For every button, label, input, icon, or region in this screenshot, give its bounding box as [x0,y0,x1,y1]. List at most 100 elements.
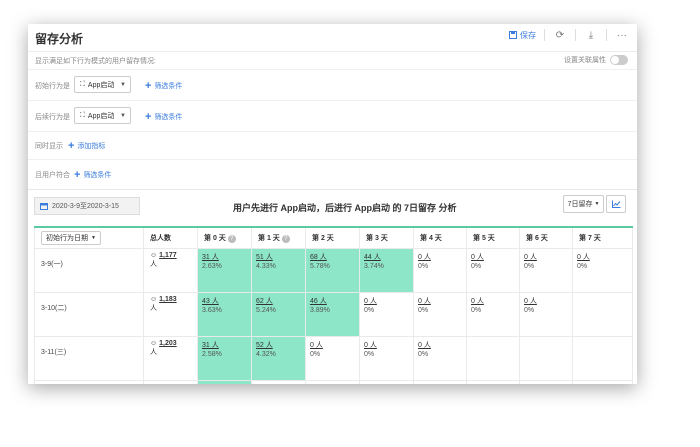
initial-behavior-select[interactable]: ⛶ App启动 ▼ [74,76,131,93]
follow-filter-button[interactable]: + 筛选条件 [145,111,183,122]
refresh-icon[interactable]: ⟳ [553,30,567,41]
retention-cell[interactable]: 0 人 0% [572,248,633,293]
table-header-row: 初始行为日期 ▼ 总人数 第 0 天? 第 1 天? 第 2 天 第 3 天 第… [34,226,633,249]
day-header-6: 第 6 天 [519,226,573,249]
row-total[interactable]: ☺ 1,203 人 [143,336,198,381]
empty-cell [466,336,520,381]
chevron-down-icon: ▼ [594,201,600,207]
retention-cell[interactable]: 20 人 2.38% [197,380,252,384]
day-header-label: 第 1 天 [258,235,280,242]
row-total[interactable]: ☺ 1,177 人 [143,248,198,293]
initial-behavior-label: 初始行为是 [35,83,70,90]
retention-cell[interactable]: 0 人 0% [359,292,414,337]
more-icon[interactable]: ··· [615,30,629,41]
date-sort-select[interactable]: 初始行为日期 ▼ [41,231,101,245]
retention-cell[interactable]: 0 人 0% [466,248,520,293]
user-icon: ☺ [150,340,158,347]
retention-count: 0 人 [418,342,431,349]
retention-percent: 0% [364,307,375,314]
help-icon[interactable]: ? [281,235,290,243]
retention-cell[interactable]: 0 人 0% [466,292,520,337]
retention-percent: 4.32% [256,351,276,358]
retention-cell[interactable]: 0 人 0% [413,248,467,293]
retention-count: 0 人 [364,298,377,305]
user-filter-button[interactable]: + 筛选条件 [74,169,112,180]
row-total[interactable]: ☺ 1,183 人 [143,292,198,337]
help-icon[interactable]: ? [227,235,236,243]
user-match-label: 且用户符合 [35,172,70,179]
retention-count: 0 人 [524,298,537,305]
retention-cell[interactable]: 0 人 0% [251,380,306,384]
day-header-0: 第 0 天? [197,226,252,249]
follow-behavior-select[interactable]: ⛶ App启动 ▼ [74,107,131,124]
retention-cell[interactable]: 0 人 0% [305,380,360,384]
follow-filter-label: 筛选条件 [154,114,183,121]
retention-cell[interactable]: 0 人 0% [413,336,467,381]
user-icon: ☺ [150,296,158,303]
day-header-5: 第 5 天 [466,226,520,249]
row-date: 3-12(四) [34,380,144,384]
retention-cell[interactable]: 31 人 2.58% [197,336,252,381]
add-metric-label: 添加指标 [77,143,106,150]
retention-count: 31 人 [202,254,219,261]
chevron-down-icon: ▼ [91,235,96,241]
retention-cell[interactable]: 0 人 0% [413,380,467,384]
empty-cell [572,292,633,337]
retention-percent: 0% [418,263,429,270]
retention-percent: 0% [310,351,321,358]
row-total[interactable]: ☺ 842 人 [143,380,198,384]
retention-cell[interactable]: 0 人 0% [519,292,573,337]
retention-cell[interactable]: 0 人 0% [305,336,360,381]
save-icon [509,31,517,39]
empty-cell [519,380,573,384]
total-count: 1,203 [159,340,177,347]
plus-icon: + [68,139,75,152]
analysis-heading: 用户先进行 App启动，后进行 App启动 的 7日留存 分析 [233,203,457,213]
save-button[interactable]: 保存 [509,30,536,41]
retention-cell[interactable]: 62 人 5.24% [251,292,306,337]
follow-behavior-row: 后续行为是 ⛶ App启动 ▼ + 筛选条件 [28,101,637,132]
retention-percent: 0% [471,263,482,270]
relation-toggle[interactable] [610,55,628,65]
retention-cell[interactable]: 51 人 4.33% [251,248,306,293]
empty-cell [572,380,633,384]
add-metric-button[interactable]: + 添加指标 [68,139,106,152]
retention-cell[interactable]: 68 人 5.78% [305,248,360,293]
initial-filter-label: 筛选条件 [154,83,183,90]
plus-icon: + [145,79,152,92]
row-date: 3-11(三) [34,336,144,381]
total-unit: 人 [150,261,157,268]
retention-cell[interactable]: 31 人 2.63% [197,248,252,293]
retention-period-select[interactable]: 7日留存 ▼ [563,195,604,213]
retention-cell[interactable]: 43 人 3.63% [197,292,252,337]
day-header-3: 第 3 天 [359,226,414,249]
retention-cell[interactable]: 0 人 0% [359,336,414,381]
retention-count: 0 人 [471,298,484,305]
retention-cell[interactable]: 44 人 3.74% [359,248,414,293]
table-row: 3-12(四) ☺ 842 人 20 人 2.38% [34,380,633,384]
initial-filter-button[interactable]: + 筛选条件 [145,79,183,92]
table-row: 3-9(一) ☺ 1,177 人 31 人 2.63% 51 人 4.33% 6… [34,248,633,293]
same-show-row: 同时显示 + 添加指标 [28,132,637,160]
date-range-picker[interactable]: 2020-3-9至2020-3-15 [34,197,140,215]
row-date: 3-9(一) [34,248,144,293]
retention-percent: 2.58% [202,351,222,358]
download-icon[interactable]: ⤓ [584,30,598,41]
user-filter-label: 筛选条件 [83,172,112,179]
retention-percent: 5.24% [256,307,276,314]
retention-cell[interactable]: 0 人 0% [359,380,414,384]
retention-count: 0 人 [364,342,377,349]
app-icon: ⛶ [80,111,85,119]
chart-toggle-button[interactable] [606,195,626,213]
retention-percent: 0% [524,263,535,270]
retention-cell[interactable]: 0 人 0% [413,292,467,337]
retention-period-value: 7日留存 [567,201,593,208]
retention-cell[interactable]: 52 人 4.32% [251,336,306,381]
retention-cell[interactable]: 46 人 3.89% [305,292,360,337]
retention-count: 0 人 [471,254,484,261]
retention-count: 68 人 [310,254,327,261]
retention-count: 44 人 [364,254,381,261]
retention-percent: 0% [364,351,375,358]
retention-cell[interactable]: 0 人 0% [519,248,573,293]
table-row: 3-10(二) ☺ 1,183 人 43 人 3.63% 62 人 5.24% … [34,292,633,337]
